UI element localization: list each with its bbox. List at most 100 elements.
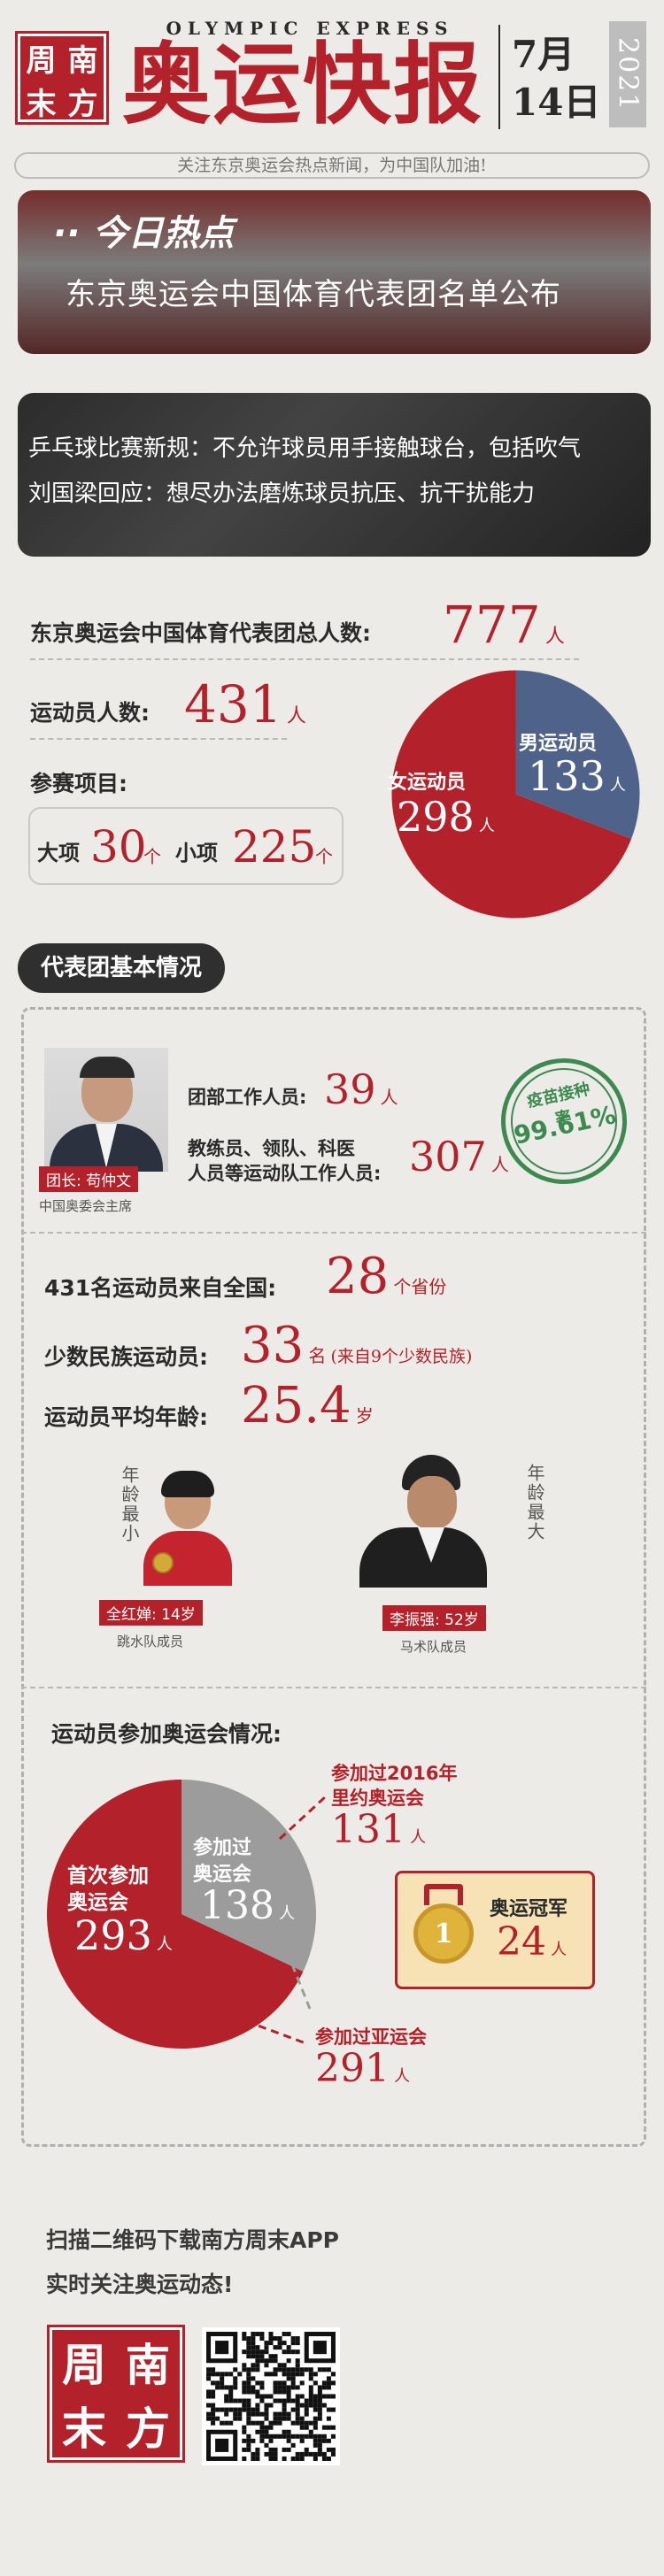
qr-module (242, 2438, 247, 2443)
qr-module (255, 2354, 260, 2359)
qr-module (295, 2407, 300, 2412)
qr-module (313, 2438, 318, 2443)
qr-module (246, 2372, 251, 2377)
qr-module (308, 2372, 313, 2377)
medal-ribbon-icon (424, 1884, 463, 1905)
qr-module (259, 2380, 265, 2386)
qr-module (295, 2341, 300, 2346)
qr-module (224, 2420, 229, 2426)
qr-module (255, 2349, 260, 2355)
qr-module (264, 2407, 269, 2412)
qr-module (273, 2451, 278, 2457)
qr-module (242, 2385, 247, 2390)
qr-module (321, 2380, 327, 2386)
qr-module (273, 2367, 278, 2372)
qr-module (308, 2385, 313, 2390)
qr-module (277, 2434, 282, 2439)
qr-module (295, 2411, 300, 2417)
qr-module (233, 2367, 238, 2372)
qr-module (313, 2416, 318, 2421)
qr-module (282, 2349, 287, 2355)
qr-module (277, 2380, 282, 2386)
qr-module (317, 2451, 322, 2457)
qr-module (206, 2416, 212, 2421)
qr-module (321, 2456, 327, 2461)
qr-module (321, 2425, 327, 2430)
qr-module (215, 2416, 220, 2421)
qr-module (317, 2385, 322, 2390)
qr-module (299, 2416, 305, 2421)
qr-module (282, 2380, 287, 2386)
qr-finder (313, 2341, 327, 2355)
qr-module (299, 2434, 305, 2439)
qr-module (264, 2416, 269, 2421)
qr-module (290, 2385, 296, 2390)
qr-module (259, 2349, 265, 2355)
qr-module (259, 2332, 265, 2337)
qr-module (264, 2429, 269, 2434)
qr-module (304, 2425, 309, 2430)
qr-module (246, 2411, 251, 2417)
qr-module (308, 2403, 313, 2408)
qr-module (273, 2380, 278, 2386)
qr-module (224, 2394, 229, 2399)
qr-module (313, 2407, 318, 2412)
qr-module (220, 2380, 225, 2386)
qr-module (220, 2376, 225, 2381)
qr-module (246, 2376, 251, 2381)
qr-module (273, 2416, 278, 2421)
qr-module (242, 2425, 247, 2430)
qr-module (299, 2451, 305, 2457)
qr-module (259, 2420, 265, 2426)
asian-value: 291 (315, 2046, 390, 2091)
qr-module (228, 2389, 234, 2395)
qr-module (290, 2336, 296, 2341)
champion-label: 奥运冠军 (490, 1898, 568, 1920)
qr-module (251, 2363, 256, 2368)
qr-module (317, 2416, 322, 2421)
qr-module (255, 2380, 260, 2386)
qr-module (304, 2367, 309, 2372)
qr-module (282, 2456, 287, 2461)
qr-module (326, 2416, 331, 2421)
qr-module (299, 2372, 305, 2377)
qr-module (206, 2411, 212, 2417)
qr-module (273, 2420, 278, 2426)
qr-module (251, 2420, 256, 2426)
qr-module (206, 2389, 212, 2395)
qr-module (246, 2341, 251, 2346)
qr-module (228, 2420, 234, 2426)
qr-module (215, 2372, 220, 2377)
qr-module (308, 2394, 313, 2399)
rio-stat: 131 人 (331, 1807, 426, 1852)
qr-module (282, 2372, 287, 2377)
rio-unit: 人 (410, 1828, 427, 1847)
qr-module (282, 2447, 287, 2452)
qr-module (317, 2389, 322, 2395)
champion-card: 1 奥运冠军 24 人 (395, 1871, 595, 1989)
qr-module (259, 2385, 265, 2390)
qr-module (259, 2425, 265, 2430)
rio-label-1: 参加过2016年 (331, 1763, 458, 1784)
qr-code[interactable] (202, 2327, 340, 2465)
qr-module (295, 2349, 300, 2355)
qr-module (233, 2416, 238, 2421)
logo-char: 南 (126, 2339, 170, 2391)
qr-module (255, 2403, 260, 2408)
qr-module (308, 2451, 313, 2457)
qr-module (290, 2372, 296, 2377)
qr-module (255, 2389, 260, 2395)
qr-module (268, 2341, 274, 2346)
qr-module (242, 2389, 247, 2395)
qr-module (255, 2394, 260, 2399)
qr-module (286, 2367, 291, 2372)
qr-module (286, 2416, 291, 2421)
qr-module (242, 2429, 247, 2434)
qr-module (268, 2372, 274, 2377)
qr-module (273, 2447, 278, 2452)
qr-module (295, 2398, 300, 2403)
qr-module (259, 2438, 265, 2443)
qr-module (242, 2332, 247, 2337)
qr-module (308, 2389, 313, 2395)
qr-module (237, 2411, 243, 2417)
